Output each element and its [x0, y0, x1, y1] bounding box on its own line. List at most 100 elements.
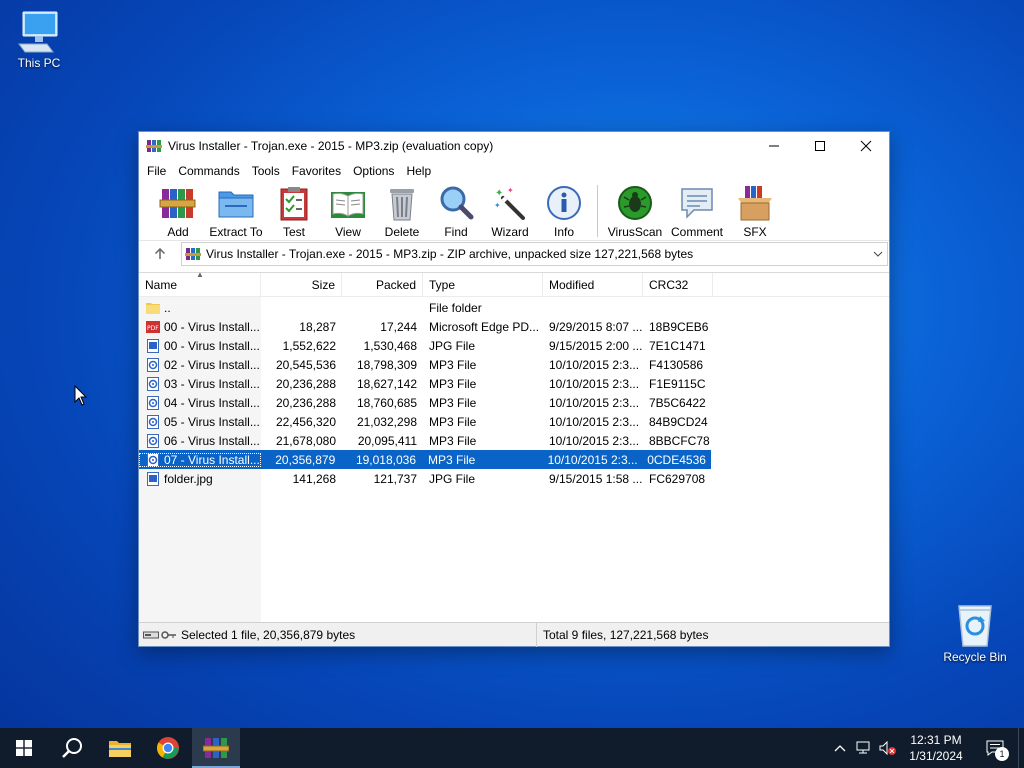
- file-row[interactable]: PDF 00 - Virus Install... 18,287 17,244 Micr…: [139, 317, 889, 336]
- show-hidden-icons-button[interactable]: [828, 728, 852, 768]
- winrar-icon: [203, 738, 229, 758]
- search-button[interactable]: [48, 728, 96, 768]
- trash-icon: [390, 189, 414, 221]
- file-packed: 17,244: [380, 319, 417, 334]
- mouse-cursor-icon: [74, 385, 88, 406]
- image-icon: [146, 338, 160, 353]
- minimize-button[interactable]: [751, 132, 797, 160]
- menu-help[interactable]: Help: [400, 160, 437, 182]
- file-name: 06 - Virus Install...: [139, 433, 261, 448]
- add-button[interactable]: Add: [151, 182, 205, 240]
- archive-path-field[interactable]: Virus Installer - Trojan.exe - 2015 - MP…: [181, 241, 888, 266]
- status-icons: [139, 630, 181, 640]
- drive-icon[interactable]: [143, 630, 159, 640]
- maximize-button[interactable]: [797, 132, 843, 160]
- column-header-modified[interactable]: Modified: [543, 273, 643, 297]
- file-list[interactable]: ▲ Name Size Packed Type Modified CRC32 .…: [139, 271, 889, 623]
- close-button[interactable]: [843, 132, 889, 160]
- chrome-icon: [157, 737, 179, 759]
- file-type: JPG File: [429, 471, 476, 486]
- desktop-icon-recycle-bin[interactable]: Recycle Bin: [936, 602, 1014, 664]
- title-bar[interactable]: Virus Installer - Trojan.exe - 2015 - MP…: [139, 132, 889, 160]
- file-size: 141,268: [292, 471, 336, 486]
- file-modified: 10/10/2015 2:3...: [549, 376, 640, 391]
- file-name: 07 - Virus Install...: [139, 452, 261, 467]
- file-row[interactable]: folder.jpg 141,268 121,737 JPG File 9/15/201…: [139, 469, 889, 488]
- file-row[interactable]: 05 - Virus Install... 22,456,320 21,032,29…: [139, 412, 889, 431]
- file-packed: 19,018,036: [355, 452, 416, 467]
- tool-label: SFX: [743, 225, 767, 239]
- file-modified: 10/10/2015 2:3...: [549, 414, 640, 429]
- file-packed: 121,737: [373, 471, 417, 486]
- file-row[interactable]: 04 - Virus Install... 20,236,288 18,760,68…: [139, 393, 889, 412]
- minimize-icon: [769, 145, 779, 147]
- menu-file[interactable]: File: [141, 160, 172, 182]
- view-button[interactable]: View: [321, 182, 375, 240]
- info-button[interactable]: Info: [537, 182, 591, 240]
- file-row[interactable]: 03 - Virus Install... 20,236,288 18,627,14…: [139, 374, 889, 393]
- svg-text:✦: ✦: [507, 186, 514, 195]
- file-type: MP3 File: [429, 395, 477, 410]
- tool-label: Wizard: [491, 225, 529, 239]
- file-crc32: 0CDE4536: [647, 452, 706, 467]
- column-header-name[interactable]: ▲ Name: [139, 271, 261, 297]
- audio-icon: [146, 357, 160, 372]
- file-packed: 20,095,411: [357, 433, 417, 448]
- file-modified: 10/10/2015 2:3...: [549, 357, 640, 372]
- tool-label: Delete: [384, 225, 420, 239]
- file-size: 20,545,536: [275, 357, 336, 372]
- file-row[interactable]: 00 - Virus Install... 1,552,622 1,530,468 J…: [139, 336, 889, 355]
- column-header-packed[interactable]: Packed: [342, 273, 423, 297]
- clock[interactable]: 12:31 PM 1/31/2024: [900, 732, 972, 764]
- file-row[interactable]: 06 - Virus Install... 21,678,080 20,095,41…: [139, 431, 889, 450]
- column-header-size[interactable]: Size: [261, 273, 342, 297]
- file-explorer-button[interactable]: [96, 728, 144, 768]
- tool-label: Find: [444, 225, 468, 239]
- file-name-text: 00 - Virus Install...: [164, 338, 260, 353]
- sfx-button[interactable]: SFX: [728, 182, 782, 240]
- file-explorer-icon: [109, 741, 131, 757]
- delete-button[interactable]: Delete: [375, 182, 429, 240]
- up-folder-button[interactable]: [139, 241, 181, 267]
- column-header-type[interactable]: Type: [423, 273, 543, 297]
- network-button[interactable]: [852, 728, 876, 768]
- box-sfx-icon: [738, 186, 772, 221]
- file-type: MP3 File: [429, 433, 477, 448]
- desktop-icon-this-pc[interactable]: This PC: [0, 8, 78, 70]
- extract-to-button[interactable]: Extract To: [205, 182, 267, 240]
- taskbar: 12:31 PM 1/31/2024 1: [0, 728, 1024, 768]
- comment-button[interactable]: Comment: [666, 182, 728, 240]
- start-button[interactable]: [0, 728, 48, 768]
- chrome-button[interactable]: [144, 728, 192, 768]
- audio-icon: [146, 452, 160, 467]
- test-button[interactable]: Test: [267, 182, 321, 240]
- file-row[interactable]: 07 - Virus Install... 20,356,879 19,018,03…: [139, 450, 711, 469]
- menu-tools[interactable]: Tools: [246, 160, 286, 182]
- notification-center-button[interactable]: 1: [972, 728, 1018, 768]
- winrar-app-icon: [146, 140, 162, 152]
- tool-label: VirusScan: [607, 225, 663, 239]
- virusscan-button[interactable]: VirusScan: [604, 182, 666, 240]
- file-row[interactable]: 02 - Virus Install... 20,545,536 18,798,30…: [139, 355, 889, 374]
- key-icon[interactable]: [161, 630, 177, 640]
- file-type: File folder: [429, 300, 482, 315]
- winrar-taskbar-button[interactable]: [192, 728, 240, 768]
- column-header-crc32[interactable]: CRC32: [643, 273, 713, 297]
- wizard-button[interactable]: ✦ ✦ ✦ Wizard: [483, 182, 537, 240]
- menu-commands[interactable]: Commands: [172, 160, 245, 182]
- file-name-text: folder.jpg: [164, 471, 213, 486]
- find-button[interactable]: Find: [429, 182, 483, 240]
- menu-favorites[interactable]: Favorites: [286, 160, 347, 182]
- file-row[interactable]: .. File folder: [139, 298, 889, 317]
- file-size: 1,552,622: [282, 338, 336, 353]
- show-desktop-button[interactable]: [1018, 728, 1024, 768]
- file-packed: 18,798,309: [356, 357, 417, 372]
- svg-text:✦: ✦: [495, 188, 503, 199]
- path-dropdown-button[interactable]: [869, 251, 887, 257]
- file-name: 04 - Virus Install...: [139, 395, 261, 410]
- file-size: 20,236,288: [275, 395, 336, 410]
- info-icon: [547, 186, 581, 220]
- menu-options[interactable]: Options: [347, 160, 400, 182]
- column-header-row: ▲ Name Size Packed Type Modified CRC32: [139, 271, 889, 297]
- volume-button[interactable]: [876, 728, 900, 768]
